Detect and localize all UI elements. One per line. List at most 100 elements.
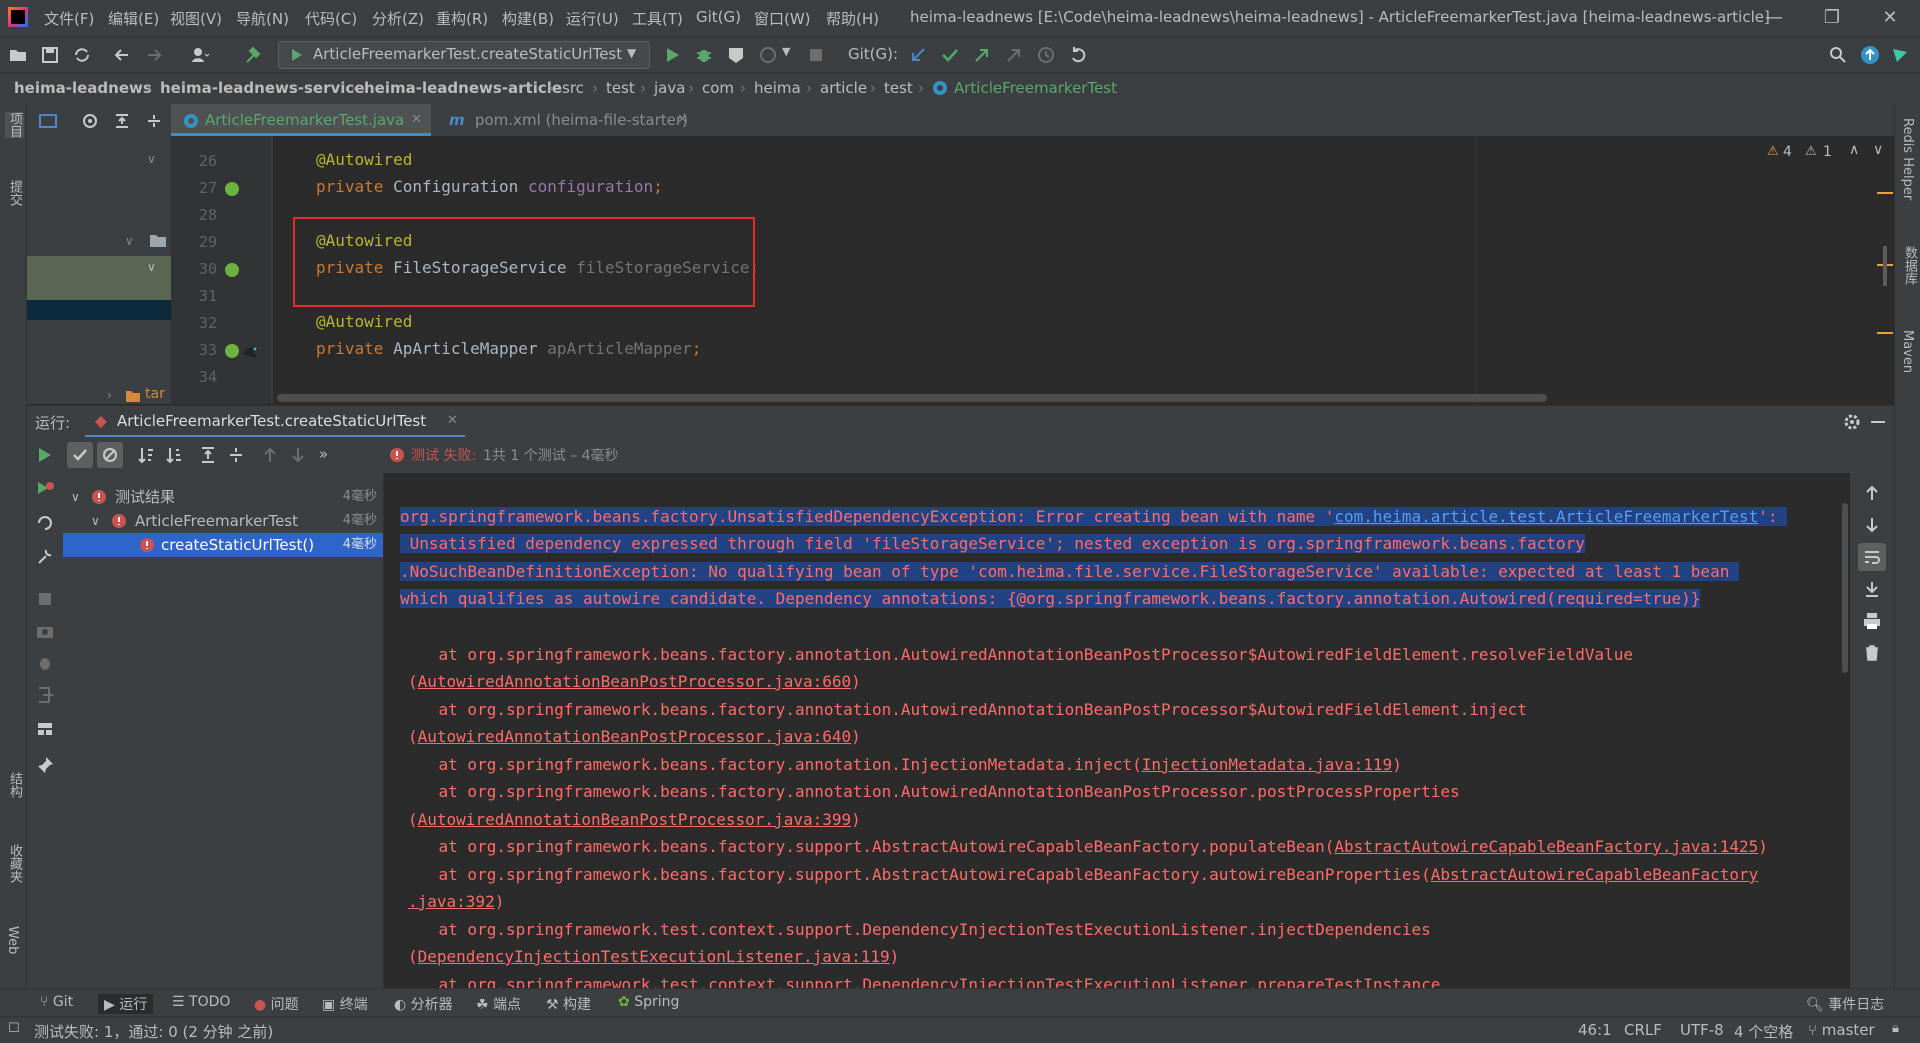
breadcrumb-item[interactable]: heima-leadnews-service <box>160 79 365 97</box>
pin-icon[interactable] <box>35 755 55 775</box>
tree-row-test-class[interactable]: ∨ ArticleFreemarkerTest 4毫秒 <box>63 509 383 533</box>
tab-article-freemarker-test[interactable]: ArticleFreemarkerTest.java ✕ <box>171 104 431 136</box>
chevron-right-icon[interactable]: › <box>107 388 112 402</box>
tool-git[interactable]: ⑂ Git <box>40 994 73 1010</box>
chevron-down-icon[interactable]: ∨ <box>1873 142 1883 158</box>
menu-tools[interactable]: 工具(T) <box>632 8 683 29</box>
camera-icon[interactable] <box>35 621 55 641</box>
breadcrumb-item[interactable]: test <box>884 79 913 97</box>
run-config-selector[interactable]: ArticleFreemarkerTest.createStaticUrlTes… <box>278 41 650 69</box>
expand-all-icon[interactable] <box>113 112 131 130</box>
close-icon[interactable]: ✕ <box>447 413 458 428</box>
toggle-auto-test-icon[interactable] <box>35 513 55 533</box>
sync-icon[interactable] <box>72 45 92 65</box>
history-clock-icon[interactable] <box>1036 45 1056 65</box>
tool-database[interactable]: 数据库 <box>1900 246 1919 285</box>
spring-bean-icon[interactable] <box>223 180 241 198</box>
chevron-down-icon[interactable]: ∨ <box>91 509 100 533</box>
collapse-all-icon[interactable] <box>145 112 163 130</box>
chevron-down-icon[interactable]: ∨ <box>71 485 80 509</box>
tool-terminal[interactable]: ▣ 终端 <box>322 994 368 1014</box>
gear-icon[interactable] <box>1843 413 1861 431</box>
close-icon[interactable]: ✕ <box>411 104 422 136</box>
locate-icon[interactable] <box>81 112 99 130</box>
tree-row-test-results[interactable]: ∨ 测试结果 4毫秒 <box>63 485 383 509</box>
menu-view[interactable]: 视图(V) <box>170 8 222 29</box>
stop-icon[interactable] <box>35 589 55 609</box>
breadcrumb-item[interactable]: heima-leadnews-article <box>364 79 562 97</box>
class-link[interactable]: com.heima.article.test.ArticleFreemarker… <box>1334 507 1758 526</box>
tool-redis-helper[interactable]: Redis Helper <box>1900 118 1915 200</box>
soft-wrap-toggle[interactable] <box>1858 543 1886 571</box>
debug-bug-icon[interactable] <box>35 653 55 673</box>
chevron-up-icon[interactable]: ∧ <box>1849 142 1859 158</box>
open-folder-icon[interactable] <box>8 45 28 65</box>
show-passed-toggle[interactable] <box>67 442 93 468</box>
spring-bean-icon[interactable] <box>223 261 241 279</box>
source-link[interactable]: AbstractAutowireCapableBeanFactory <box>1431 865 1759 884</box>
rerun-icon[interactable] <box>35 446 53 464</box>
weak-warning-icon[interactable]: ⚠ <box>1805 144 1817 159</box>
git-fetch-icon[interactable] <box>1004 45 1024 65</box>
tool-build[interactable]: ⚒ 构建 <box>546 994 591 1014</box>
breadcrumb-item[interactable]: article <box>820 79 867 97</box>
error-stripe-mark[interactable] <box>1877 332 1893 334</box>
tool-run[interactable]: ▶ 运行 <box>98 994 154 1014</box>
source-link[interactable]: AutowiredAnnotationBeanPostProcessor.jav… <box>418 727 851 746</box>
chevron-down-icon[interactable]: ∨ <box>147 260 156 274</box>
cursor-position[interactable]: 46:1 <box>1578 1021 1612 1039</box>
close-button[interactable]: ✕ <box>1870 4 1910 32</box>
console-scrollbar[interactable] <box>1842 503 1848 673</box>
file-encoding[interactable]: UTF-8 <box>1680 1021 1724 1039</box>
source-link[interactable]: .java:392 <box>408 892 495 911</box>
menu-edit[interactable]: 编辑(E) <box>108 8 159 29</box>
show-ignored-toggle[interactable] <box>97 442 123 468</box>
chevron-down-icon[interactable]: ∨ <box>147 152 156 166</box>
chevron-down-icon[interactable]: ▼ <box>782 45 790 58</box>
source-link[interactable]: InjectionMetadata.java:119 <box>1142 755 1392 774</box>
line-separator[interactable]: CRLF <box>1624 1021 1662 1039</box>
sort-duration-icon[interactable] <box>165 446 183 464</box>
tool-commit[interactable]: 提交 <box>5 180 24 206</box>
prev-failed-icon[interactable] <box>261 446 279 464</box>
tree-item-target[interactable]: tar <box>145 386 165 402</box>
tool-todo[interactable]: ☰ TODO <box>172 994 230 1010</box>
menu-help[interactable]: 帮助(H) <box>826 8 879 29</box>
more-tools-icon[interactable]: » <box>319 445 328 463</box>
tool-maven[interactable]: Maven <box>1900 330 1915 373</box>
menu-refactor[interactable]: 重构(R) <box>436 8 488 29</box>
scrollbar-thumb[interactable] <box>1883 246 1887 286</box>
spring-bean-icon[interactable] <box>223 342 241 360</box>
breadcrumb-item[interactable]: src <box>562 79 584 97</box>
indent-setting[interactable]: 4 个空格 <box>1734 1021 1793 1042</box>
tool-web[interactable]: Web <box>5 926 20 954</box>
minimize-button[interactable]: — <box>1754 4 1794 32</box>
source-link[interactable]: AutowiredAnnotationBeanPostProcessor.jav… <box>418 810 851 829</box>
stop-icon[interactable] <box>806 45 826 65</box>
run-icon[interactable] <box>662 45 682 65</box>
tool-profiler[interactable]: ◐ 分析器 <box>394 994 453 1014</box>
breadcrumb-item-current[interactable]: ArticleFreemarkerTest <box>954 79 1117 97</box>
restore-button[interactable]: ❐ <box>1812 4 1852 32</box>
breadcrumb-item[interactable]: java <box>654 79 685 97</box>
save-icon[interactable] <box>40 45 60 65</box>
arrow-up-icon[interactable] <box>1862 483 1882 503</box>
error-count[interactable]: 4 <box>1783 144 1792 160</box>
code-editor[interactable]: 26 27 28 29 30 31 32 33 34 @Autowired pr… <box>171 136 1894 404</box>
tab-pom-xml[interactable]: m pom.xml (heima-file-starter) ✕ <box>441 104 701 136</box>
build-hammer-icon[interactable] <box>244 45 264 65</box>
source-link[interactable]: AutowiredAnnotationBeanPostProcessor.jav… <box>418 672 851 691</box>
back-arrow-icon[interactable] <box>112 45 132 65</box>
menu-navigate[interactable]: 导航(N) <box>236 8 289 29</box>
profiler-icon[interactable] <box>758 45 778 65</box>
tree-row-test-method[interactable]: createStaticUrlTest() 4毫秒 <box>63 533 383 557</box>
warning-count[interactable]: 1 <box>1823 144 1832 160</box>
menu-analyze[interactable]: 分析(Z) <box>372 8 424 29</box>
expand-all-icon[interactable] <box>199 446 217 464</box>
tool-project[interactable]: 项目 <box>5 112 24 138</box>
user-dropdown-icon[interactable] <box>190 45 210 65</box>
tool-structure[interactable]: 结构 <box>5 772 24 798</box>
layout-icon[interactable] <box>35 719 55 739</box>
tool-endpoints[interactable]: ☘ 端点 <box>476 994 521 1014</box>
git-commit-icon[interactable] <box>940 45 960 65</box>
